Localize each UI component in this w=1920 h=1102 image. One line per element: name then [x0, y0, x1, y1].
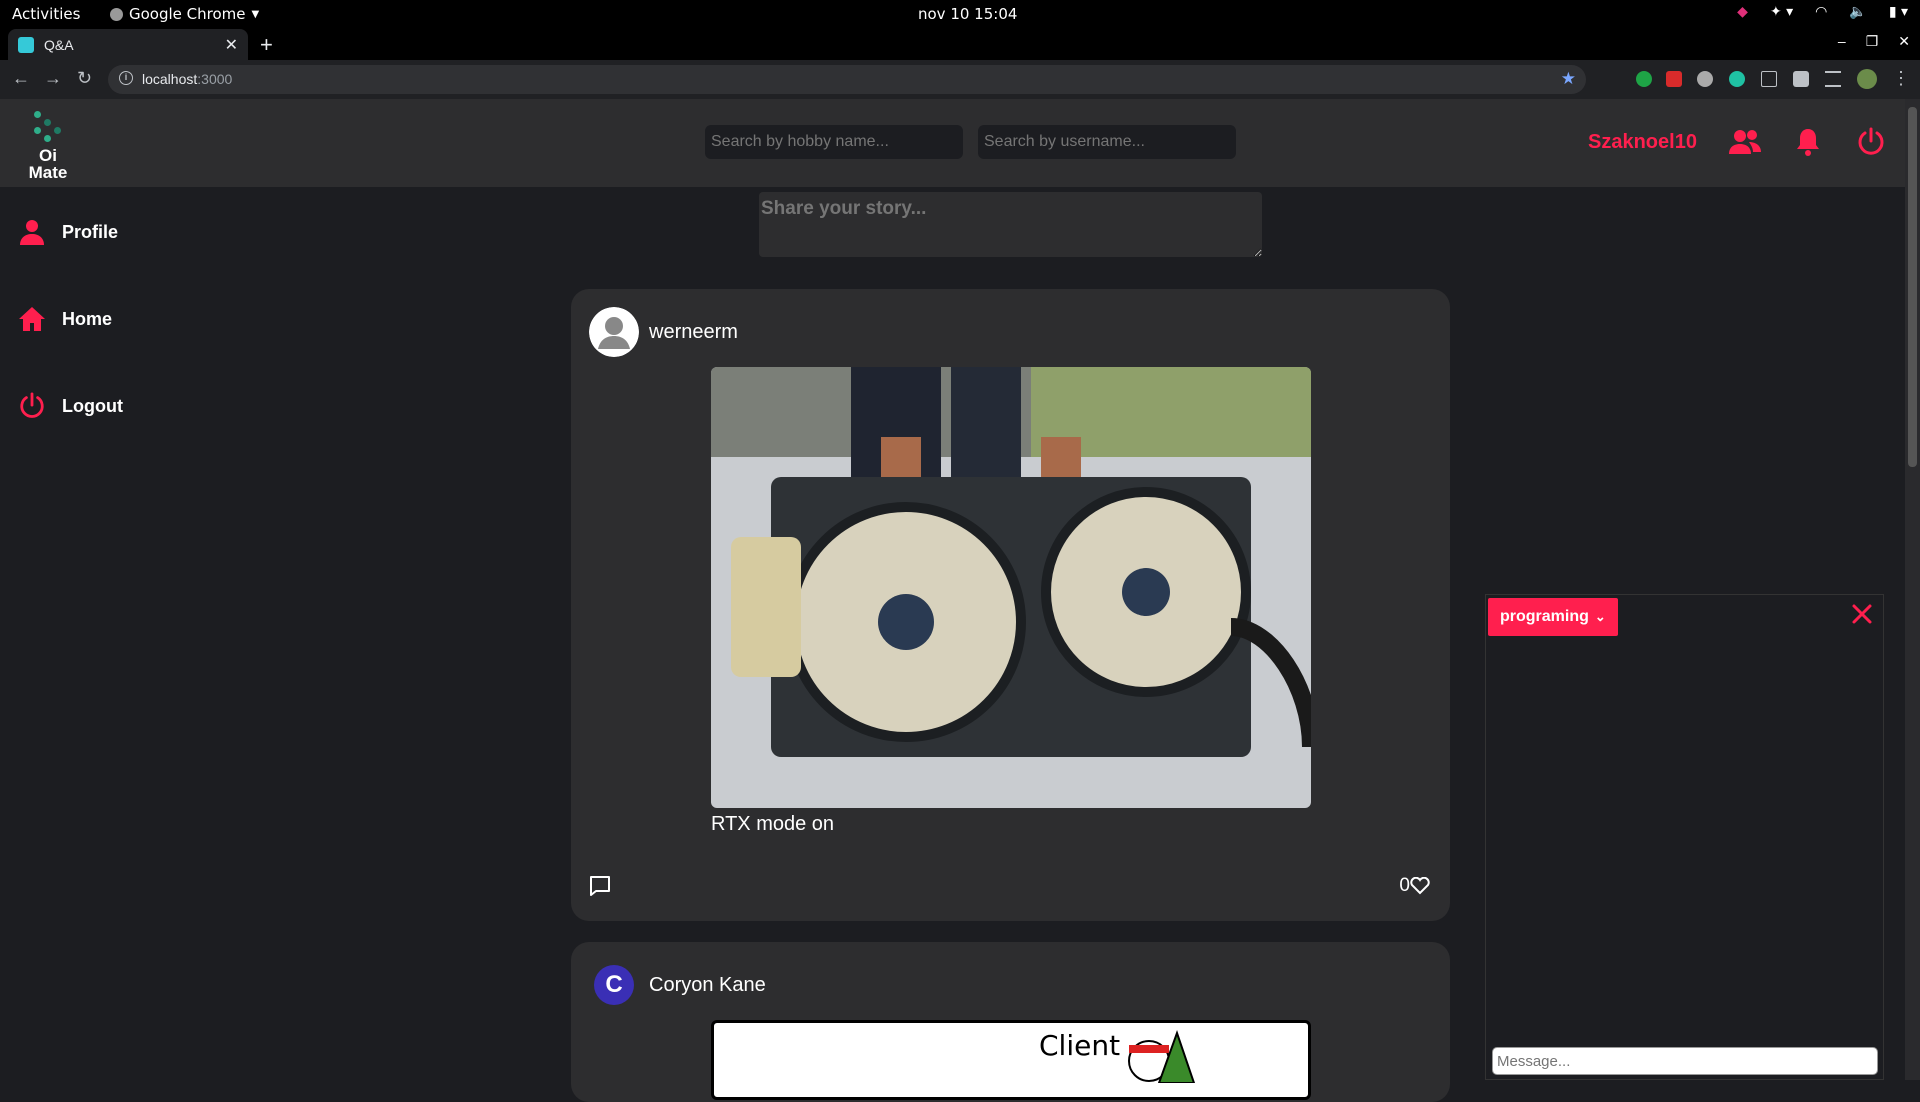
logo-text-line1: Oi [39, 146, 57, 165]
grid-extension-icon[interactable] [1761, 71, 1777, 87]
extension-grey-icon[interactable] [1697, 71, 1713, 87]
heart-icon[interactable] [1410, 877, 1430, 895]
post-image[interactable] [711, 367, 1311, 808]
comment-icon[interactable] [589, 875, 611, 897]
post-author[interactable]: Coryon Kane [649, 974, 766, 997]
sidebar-item-profile[interactable]: Profile [18, 218, 118, 246]
page-scrollbar[interactable] [1905, 99, 1920, 1080]
radiator-photo [711, 367, 1311, 808]
extension-green-icon[interactable] [1636, 71, 1652, 87]
post-image[interactable]: Client [711, 1020, 1311, 1100]
user-avatar[interactable]: C [594, 965, 634, 1005]
power-icon[interactable] [1856, 127, 1886, 157]
forward-arrow-icon[interactable]: → [44, 68, 62, 89]
chrome-icon [110, 7, 123, 21]
adblock-icon[interactable] [1666, 71, 1682, 87]
window-controls: – ❐ ✕ [1838, 33, 1910, 50]
post-author[interactable]: werneerm [649, 321, 738, 344]
activities-button[interactable]: Activities [12, 5, 80, 23]
post-caption: RTX mode on [711, 813, 835, 835]
like-counter[interactable]: 0 [1399, 875, 1430, 897]
caret-down-icon: ▼ [251, 8, 260, 20]
chat-room-select[interactable]: programing ⌄ [1488, 598, 1618, 636]
share-story-input[interactable] [759, 192, 1262, 257]
battery-icon: ▮ ▾ [1888, 4, 1908, 20]
tab-title: Q&A [44, 36, 74, 53]
clock[interactable]: nov 10 15:04 [918, 5, 1017, 23]
username-search-input[interactable] [978, 125, 1236, 159]
like-count: 0 [1399, 875, 1410, 896]
sidebar-item-label: Logout [62, 395, 123, 416]
scrollbar-thumb[interactable] [1908, 107, 1917, 467]
chat-panel: programing ⌄ [1485, 594, 1884, 1080]
tab-strip: Q&A ✕ + – ❐ ✕ [0, 27, 1920, 60]
sidebar-item-label: Home [62, 308, 113, 329]
reload-icon[interactable]: ↻ [77, 68, 92, 89]
close-tab-icon[interactable]: ✕ [225, 35, 238, 55]
post-card: werneerm RTX mode on 0 [571, 289, 1450, 921]
new-tab-button[interactable]: + [260, 32, 273, 58]
comic-drawing [1128, 1029, 1196, 1083]
tab-favicon-icon [18, 36, 34, 53]
info-icon[interactable]: i [119, 71, 133, 85]
hobby-search-input[interactable] [705, 125, 963, 159]
volume-icon: 🔈 [1849, 4, 1867, 20]
logo-text-line2: Mate [28, 163, 68, 182]
media-queue-icon[interactable] [1825, 71, 1841, 87]
system-tray[interactable]: ◆ ✦ ▾ ◠ 🔈 ▮ ▾ [1737, 4, 1908, 20]
maximize-icon[interactable]: ❐ [1866, 33, 1879, 50]
sidebar-item-home[interactable]: Home [18, 305, 112, 333]
minimize-icon[interactable]: – [1838, 33, 1846, 50]
app-name: Google Chrome [129, 5, 246, 23]
puzzle-extensions-icon[interactable] [1793, 71, 1809, 87]
app-menu[interactable]: Google Chrome ▼ [110, 5, 259, 23]
current-username[interactable]: Szaknoel10 [1588, 131, 1697, 154]
profile-avatar-icon[interactable] [1857, 69, 1877, 89]
os-top-bar: Activities Google Chrome ▼ nov 10 15:04 … [0, 0, 1920, 27]
url-port: :3000 [197, 71, 233, 87]
accessibility-icon[interactable]: ✦ ▾ [1770, 4, 1793, 20]
chat-room-name: programing [1500, 608, 1589, 625]
comic-text: Client [1039, 1029, 1121, 1062]
close-icon[interactable] [1851, 603, 1873, 625]
chat-message-input[interactable] [1492, 1047, 1878, 1075]
sidebar-item-label: Profile [62, 221, 119, 242]
chevron-down-icon: ⌄ [1594, 609, 1606, 624]
close-window-icon[interactable]: ✕ [1898, 33, 1910, 50]
address-bar[interactable]: i localhost:3000 ★ [108, 65, 1586, 94]
browser-tab[interactable]: Q&A ✕ [8, 29, 248, 60]
bell-icon[interactable] [1795, 127, 1821, 157]
more-menu-icon[interactable]: ⋮ [1892, 68, 1910, 89]
app-header: Oi Mate Szaknoel10 [0, 99, 1920, 187]
oi-mate-logo[interactable]: Oi Mate [26, 109, 70, 182]
url-host: localhost [142, 71, 198, 87]
color-picker-icon[interactable]: ◆ [1737, 4, 1748, 20]
friends-icon[interactable] [1727, 127, 1763, 157]
post-card: C Coryon Kane Client [571, 942, 1450, 1102]
back-arrow-icon[interactable]: ← [12, 68, 30, 89]
person-icon [20, 220, 44, 245]
sidebar-item-logout[interactable]: Logout [18, 392, 123, 420]
bookmark-star-icon[interactable]: ★ [1561, 69, 1576, 89]
default-avatar-icon[interactable] [589, 307, 639, 357]
logo-mark-icon [26, 109, 70, 147]
home-icon [19, 307, 45, 331]
extension-teal-icon[interactable] [1729, 71, 1745, 87]
browser-toolbar: ← → ↻ i localhost:3000 ★ ⋮ [0, 60, 1920, 99]
power-icon [20, 392, 44, 418]
wifi-icon: ◠ [1815, 4, 1828, 20]
